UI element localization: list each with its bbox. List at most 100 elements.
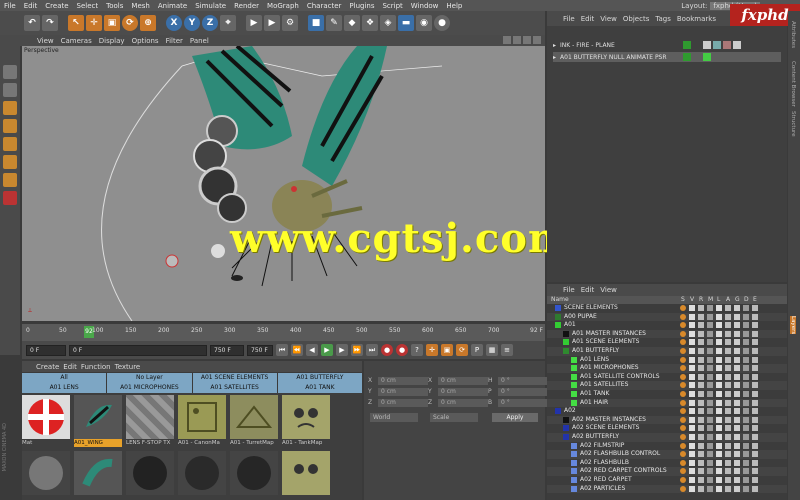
layer-toggle-icon[interactable] [743, 339, 749, 346]
layer-toggle-icon[interactable] [716, 451, 722, 458]
layer-toggle-icon[interactable] [698, 416, 704, 423]
preview-min-field[interactable]: 0 F [69, 344, 207, 356]
layer-row[interactable]: A01 SATELLITE CONTROLS [547, 373, 787, 382]
preview-max-field[interactable]: 750 F [210, 344, 244, 356]
start-frame-field[interactable]: 0 F [26, 344, 66, 356]
layer-toggle-icon[interactable] [680, 451, 686, 458]
layer-toggle-icon[interactable] [716, 468, 722, 475]
layer-toggle-icon[interactable] [680, 477, 686, 483]
layer-toggle-icon[interactable] [752, 468, 758, 475]
filter-all[interactable]: All [22, 373, 107, 383]
layer-toggle-icon[interactable] [734, 408, 740, 415]
layer-toggle-icon[interactable] [752, 434, 758, 440]
menu-simulate[interactable]: Simulate [191, 2, 230, 10]
layer-toggle-icon[interactable] [707, 485, 713, 492]
layer-color-swatch[interactable] [571, 468, 577, 475]
layer-toggle-icon[interactable] [725, 468, 731, 475]
apply-button[interactable]: Apply [492, 413, 538, 422]
layer-toggle-icon[interactable] [716, 477, 722, 483]
layer-toggle-icon[interactable] [734, 305, 740, 311]
layer-toggle-icon[interactable] [734, 451, 740, 458]
layer-toggle-icon[interactable] [689, 425, 695, 432]
layer-toggle-icon[interactable] [743, 330, 749, 337]
layer-toggle-icon[interactable] [725, 322, 731, 329]
material-swatch[interactable] [230, 451, 278, 500]
layer-toggle-icon[interactable] [734, 339, 740, 346]
menu-select[interactable]: Select [73, 2, 103, 10]
layer-row[interactable]: A02 RED CARPET [547, 476, 787, 485]
layer-toggle-icon[interactable] [725, 434, 731, 440]
layer-toggle-icon[interactable] [752, 459, 758, 466]
layer-toggle-icon[interactable] [707, 477, 713, 483]
layer-toggle-icon[interactable] [734, 416, 740, 423]
layer-toggle-icon[interactable] [680, 330, 686, 337]
layer-toggle-icon[interactable] [752, 356, 758, 363]
layer-toggle-icon[interactable] [734, 459, 740, 466]
layer-toggle-icon[interactable] [680, 305, 686, 311]
array-icon[interactable]: ❖ [362, 15, 378, 31]
layer-toggle-icon[interactable] [680, 382, 686, 389]
layer-toggle-icon[interactable] [716, 459, 722, 466]
layer-toggle-icon[interactable] [707, 305, 713, 311]
layer-toggle-icon[interactable] [689, 408, 695, 415]
filter-a01-satellites[interactable]: A01 SATELLITES [192, 383, 277, 393]
layer-toggle-icon[interactable] [680, 339, 686, 346]
layer-toggle-icon[interactable] [743, 391, 749, 397]
redo-icon[interactable]: ↷ [42, 15, 58, 31]
tab-layers[interactable]: Layers [790, 316, 796, 335]
layer-color-swatch[interactable] [571, 399, 577, 406]
layer-toggle-icon[interactable] [725, 477, 731, 483]
layer-toggle-icon[interactable] [707, 408, 713, 415]
layer-toggle-icon[interactable] [725, 373, 731, 380]
layer-toggle-icon[interactable] [689, 330, 695, 337]
scale-mode-dropdown[interactable]: Scale [430, 413, 478, 422]
pan-icon[interactable] [503, 36, 511, 44]
layer-toggle-icon[interactable] [707, 425, 713, 432]
layer-toggle-icon[interactable] [725, 416, 731, 423]
layer-toggle-icon[interactable] [698, 365, 704, 372]
record-icon[interactable]: ● [381, 344, 393, 356]
menu-edit[interactable]: Edit [20, 2, 42, 10]
lm-menu-view[interactable]: View [600, 286, 617, 294]
layer-toggle-icon[interactable] [698, 305, 704, 311]
layer-toggle-icon[interactable] [689, 348, 695, 354]
layer-toggle-icon[interactable] [680, 408, 686, 415]
object-expand-icon[interactable]: ▸ [553, 42, 556, 49]
layer-toggle-icon[interactable] [680, 391, 686, 397]
layer-header-col[interactable]: A [726, 296, 730, 303]
perspective-viewport[interactable]: Perspective ⟂ [22, 46, 545, 321]
om-menu-tags[interactable]: Tags [655, 15, 671, 23]
scale-icon[interactable]: ▣ [104, 15, 120, 31]
menu-tools[interactable]: Tools [102, 2, 127, 10]
layer-color-swatch[interactable] [571, 451, 577, 458]
layer-header-col[interactable]: M [708, 296, 713, 303]
material-menu-texture[interactable]: Texture [115, 363, 141, 371]
menu-animate[interactable]: Animate [154, 2, 191, 10]
om-menu-file[interactable]: File [563, 15, 575, 23]
material-swatch[interactable] [22, 451, 70, 500]
coordinate-system-icon[interactable]: ⌖ [220, 15, 236, 31]
menu-plugins[interactable]: Plugins [345, 2, 378, 10]
coord-value-field[interactable]: 0 cm [378, 377, 428, 385]
layer-row[interactable]: A02 RED CARPET CONTROLS [547, 467, 787, 476]
layer-toggle-icon[interactable] [716, 408, 722, 415]
layer-toggle-icon[interactable] [707, 322, 713, 329]
layer-toggle-icon[interactable] [680, 459, 686, 466]
layer-toggle-icon[interactable] [680, 356, 686, 363]
layer-toggle-icon[interactable] [680, 373, 686, 380]
layer-toggle-icon[interactable] [707, 373, 713, 380]
scene-floor-icon[interactable]: ▬ [398, 15, 414, 31]
material-swatch[interactable] [74, 451, 122, 500]
layer-toggle-icon[interactable] [680, 399, 686, 406]
material-menu-create[interactable]: Create [36, 363, 59, 371]
layer-toggle-icon[interactable] [752, 339, 758, 346]
layer-toggle-icon[interactable] [689, 434, 695, 440]
polygons-mode-icon[interactable] [3, 155, 17, 169]
layer-toggle-icon[interactable] [734, 399, 740, 406]
layer-toggle-icon[interactable] [734, 477, 740, 483]
layer-toggle-icon[interactable] [725, 313, 731, 320]
layer-toggle-icon[interactable] [698, 373, 704, 380]
layer-toggle-icon[interactable] [707, 391, 713, 397]
tab-attributes[interactable]: Attributes [790, 21, 796, 48]
menu-create[interactable]: Create [41, 2, 72, 10]
